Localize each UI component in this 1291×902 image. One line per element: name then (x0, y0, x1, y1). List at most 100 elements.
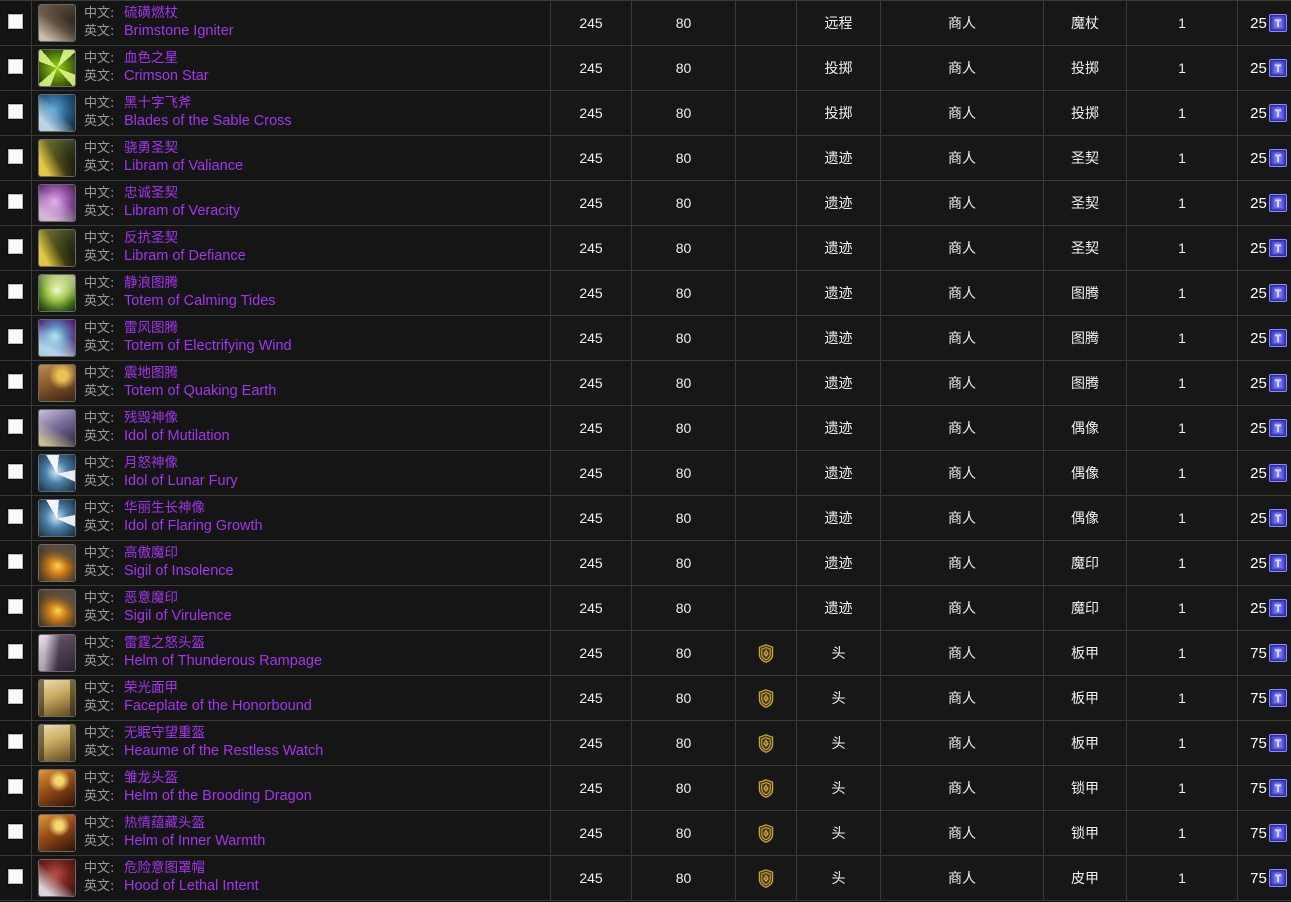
item-name-cell[interactable]: 中文: 雷风图腾 英文: Totem of Electrifying Wind (31, 315, 551, 361)
table-row[interactable]: 中文: 黑十字飞斧 英文: Blades of the Sable Cross … (0, 90, 1291, 136)
cost-cell[interactable]: 75 (1237, 630, 1291, 676)
row-select-cell[interactable] (0, 630, 32, 676)
item-icon[interactable] (38, 319, 76, 357)
cost-cell[interactable]: 25 (1237, 495, 1291, 541)
checkbox-icon[interactable] (8, 464, 23, 479)
item-icon[interactable] (38, 769, 76, 807)
row-select-cell[interactable] (0, 45, 32, 91)
item-icon[interactable] (38, 364, 76, 402)
checkbox-icon[interactable] (8, 599, 23, 614)
cost-cell[interactable]: 25 (1237, 540, 1291, 586)
row-select-cell[interactable] (0, 315, 32, 361)
item-name-en[interactable]: Idol of Mutilation (124, 427, 230, 446)
item-name-en[interactable]: Helm of Thunderous Rampage (124, 652, 322, 671)
table-row[interactable]: 中文: 月怒神像 英文: Idol of Lunar Fury 245 80 遗… (0, 450, 1291, 496)
item-name-en[interactable]: Totem of Calming Tides (124, 292, 276, 311)
item-icon[interactable] (38, 274, 76, 312)
item-name-en[interactable]: Libram of Veracity (124, 202, 240, 221)
item-name-cell[interactable]: 中文: 震地图腾 英文: Totem of Quaking Earth (31, 360, 551, 406)
item-icon[interactable] (38, 634, 76, 672)
table-row[interactable]: 中文: 恶意魔印 英文: Sigil of Virulence 245 80 遗… (0, 585, 1291, 631)
checkbox-icon[interactable] (8, 284, 23, 299)
item-name-cell[interactable]: 中文: 血色之星 英文: Crimson Star (31, 45, 551, 91)
row-select-cell[interactable] (0, 135, 32, 181)
checkbox-icon[interactable] (8, 419, 23, 434)
item-icon[interactable] (38, 724, 76, 762)
cost-cell[interactable]: 25 (1237, 315, 1291, 361)
item-name-en[interactable]: Sigil of Insolence (124, 562, 234, 581)
item-name-en[interactable]: Idol of Flaring Growth (124, 517, 263, 536)
item-name-cell[interactable]: 中文: 雏龙头盔 英文: Helm of the Brooding Dragon (31, 765, 551, 811)
item-name-en[interactable]: Libram of Defiance (124, 247, 246, 266)
cost-cell[interactable]: 25 (1237, 360, 1291, 406)
checkbox-icon[interactable] (8, 734, 23, 749)
item-icon[interactable] (38, 139, 76, 177)
item-name-en[interactable]: Helm of Inner Warmth (124, 832, 265, 851)
item-name-en[interactable]: Crimson Star (124, 67, 209, 86)
item-name-cell[interactable]: 中文: 雷霆之怒头盔 英文: Helm of Thunderous Rampag… (31, 630, 551, 676)
row-select-cell[interactable] (0, 360, 32, 406)
checkbox-icon[interactable] (8, 194, 23, 209)
item-name-en[interactable]: Sigil of Virulence (124, 607, 232, 626)
item-icon[interactable] (38, 229, 76, 267)
cost-cell[interactable]: 25 (1237, 450, 1291, 496)
row-select-cell[interactable] (0, 450, 32, 496)
table-row[interactable]: 中文: 荣光面甲 英文: Faceplate of the Honorbound… (0, 675, 1291, 721)
table-row[interactable]: 中文: 残毁神像 英文: Idol of Mutilation 245 80 遗… (0, 405, 1291, 451)
row-select-cell[interactable] (0, 675, 32, 721)
item-icon[interactable] (38, 679, 76, 717)
item-name-cell[interactable]: 中文: 残毁神像 英文: Idol of Mutilation (31, 405, 551, 451)
row-select-cell[interactable] (0, 405, 32, 451)
item-name-cell[interactable]: 中文: 无眠守望重盔 英文: Heaume of the Restless Wa… (31, 720, 551, 766)
row-select-cell[interactable] (0, 270, 32, 316)
table-row[interactable]: 中文: 忠诚圣契 英文: Libram of Veracity 245 80 遗… (0, 180, 1291, 226)
item-icon[interactable] (38, 589, 76, 627)
checkbox-icon[interactable] (8, 104, 23, 119)
checkbox-icon[interactable] (8, 824, 23, 839)
item-name-en[interactable]: Libram of Valiance (124, 157, 243, 176)
item-name-cell[interactable]: 中文: 硫磺燃杖 英文: Brimstone Igniter (31, 0, 551, 46)
table-row[interactable]: 中文: 雷风图腾 英文: Totem of Electrifying Wind … (0, 315, 1291, 361)
row-select-cell[interactable] (0, 90, 32, 136)
item-name-en[interactable]: Totem of Quaking Earth (124, 382, 276, 401)
item-name-en[interactable]: Brimstone Igniter (124, 22, 234, 41)
cost-cell[interactable]: 25 (1237, 135, 1291, 181)
table-row[interactable]: 中文: 危险意图罩帽 英文: Hood of Lethal Intent 245… (0, 855, 1291, 901)
checkbox-icon[interactable] (8, 14, 23, 29)
cost-cell[interactable]: 25 (1237, 0, 1291, 46)
row-select-cell[interactable] (0, 495, 32, 541)
row-select-cell[interactable] (0, 720, 32, 766)
item-icon[interactable] (38, 454, 76, 492)
item-name-cell[interactable]: 中文: 静浪图腾 英文: Totem of Calming Tides (31, 270, 551, 316)
checkbox-icon[interactable] (8, 779, 23, 794)
cost-cell[interactable]: 25 (1237, 90, 1291, 136)
item-name-cell[interactable]: 中文: 月怒神像 英文: Idol of Lunar Fury (31, 450, 551, 496)
cost-cell[interactable]: 75 (1237, 720, 1291, 766)
item-name-cell[interactable]: 中文: 荣光面甲 英文: Faceplate of the Honorbound (31, 675, 551, 721)
checkbox-icon[interactable] (8, 869, 23, 884)
table-row[interactable]: 中文: 华丽生长神像 英文: Idol of Flaring Growth 24… (0, 495, 1291, 541)
checkbox-icon[interactable] (8, 329, 23, 344)
table-row[interactable]: 中文: 无眠守望重盔 英文: Heaume of the Restless Wa… (0, 720, 1291, 766)
cost-cell[interactable]: 25 (1237, 405, 1291, 451)
item-name-en[interactable]: Helm of the Brooding Dragon (124, 787, 312, 806)
cost-cell[interactable]: 75 (1237, 675, 1291, 721)
cost-cell[interactable]: 25 (1237, 225, 1291, 271)
checkbox-icon[interactable] (8, 644, 23, 659)
row-select-cell[interactable] (0, 585, 32, 631)
table-row[interactable]: 中文: 高傲魔印 英文: Sigil of Insolence 245 80 遗… (0, 540, 1291, 586)
checkbox-icon[interactable] (8, 59, 23, 74)
item-icon[interactable] (38, 814, 76, 852)
row-select-cell[interactable] (0, 180, 32, 226)
item-name-cell[interactable]: 中文: 危险意图罩帽 英文: Hood of Lethal Intent (31, 855, 551, 901)
table-row[interactable]: 中文: 雏龙头盔 英文: Helm of the Brooding Dragon… (0, 765, 1291, 811)
row-select-cell[interactable] (0, 225, 32, 271)
table-row[interactable]: 中文: 血色之星 英文: Crimson Star 245 80 投掷 商人 投… (0, 45, 1291, 91)
cost-cell[interactable]: 25 (1237, 585, 1291, 631)
cost-cell[interactable]: 75 (1237, 765, 1291, 811)
checkbox-icon[interactable] (8, 554, 23, 569)
item-name-cell[interactable]: 中文: 华丽生长神像 英文: Idol of Flaring Growth (31, 495, 551, 541)
row-select-cell[interactable] (0, 540, 32, 586)
row-select-cell[interactable] (0, 765, 32, 811)
item-icon[interactable] (38, 49, 76, 87)
